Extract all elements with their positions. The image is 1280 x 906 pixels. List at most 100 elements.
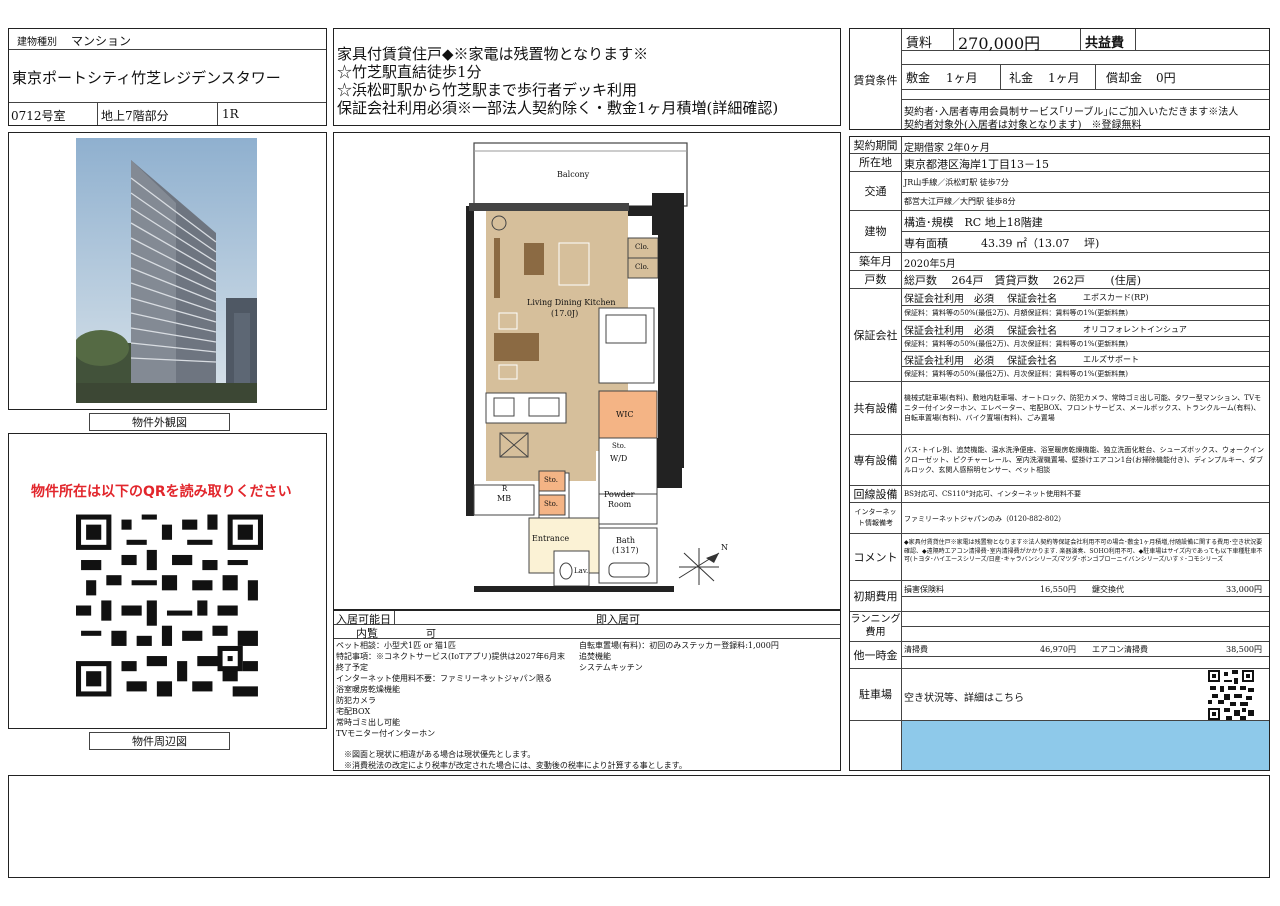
guarantee-2-line: 保証会社利用 必須 保証会社名 (904, 326, 1058, 337)
rent-note-line-2: 契約者対象外(入居者は対象となります) ※登録無料 (904, 120, 1142, 131)
note-2: ※消費税法の改定により税率が改定された場合には、変動後の税率により計算する事とし… (344, 761, 687, 770)
floor-label: 地上7階部分 (101, 109, 169, 123)
location-qr-code[interactable] (76, 514, 263, 697)
guarantee-1-line: 保証会社利用 必須 保証会社名 (904, 294, 1058, 305)
guarantee-1-fee: 保証料：賃料等の50%(最低2万)、月額保証料：賃料等の1%(更新料無) (904, 309, 1129, 317)
onetime-1-label: 清掃費 (904, 645, 928, 654)
initial-2-label: 鍵交換代 (1092, 585, 1124, 594)
shared-value: 機械式駐車場(有料)、敷地内駐車場、オートロック、防犯カメラ、常時ゴミ出し可能、… (904, 394, 1261, 422)
building-label: 建物 (864, 225, 887, 238)
headline-box: 家具付賃貸住戸◆※家電は残置物となります※ ☆竹芝駅直結徒歩1分 ☆浜松町駅から… (333, 28, 841, 126)
net-value: ファミリーネットジャパンのみ（0120-882-802） (904, 515, 1066, 523)
net-label-2: ト情報備考 (858, 519, 893, 527)
fp-entrance: Entrance (532, 534, 570, 543)
guarantee-3-company: エルズサポート (1083, 355, 1139, 364)
line-value: BS対応可、CS110°対応可、インターネット使用料不要 (904, 490, 1081, 498)
feature-item: 宅配BOX (336, 707, 371, 716)
net-label: インターネッ ト情報備考 (850, 507, 901, 529)
access-1: JR山手線／浜松町駅 徒歩7分 (904, 178, 1009, 187)
footer-box (8, 775, 1270, 878)
onetime-2-label: エアコン清掃費 (1092, 645, 1148, 654)
exterior-photo-box (8, 132, 327, 410)
private-value: バス･トイレ別、追焚機能、温水洗浄便座、浴室暖房乾燥機能、独立洗面化粧台、シュー… (904, 446, 1264, 474)
access-2: 都営大江戸線／大門駅 徒歩8分 (904, 197, 1016, 206)
fp-r: R (502, 485, 508, 493)
fp-clo-2: Clo. (635, 263, 649, 271)
address-value: 東京都港区海岸1丁目13－15 (904, 158, 1049, 171)
key-money-value: 1ヶ月 (1048, 71, 1080, 85)
onetime-2-value: 38,500円 (1226, 645, 1262, 654)
built-label: 築年月 (859, 255, 892, 268)
spec-table: 契約期間 定期借家 2年0ヶ月 所在地 東京都港区海岸1丁目13－15 交通 J… (849, 136, 1270, 771)
viewing-value: 可 (426, 629, 436, 640)
note-1: ※図面と現状に相違がある場合は現状優先とします。 (344, 750, 536, 759)
area-value: 専有面積 43.39 ㎡（13.07 坪) (904, 237, 1100, 250)
units-label: 戸数 (864, 273, 887, 286)
viewing-label: 内覧 (356, 627, 378, 640)
fp-wic: WIC (616, 410, 634, 419)
built-value: 2020年5月 (904, 259, 956, 270)
units-value: 総戸数 264戸 賃貸戸数 262戸 (住居) (904, 274, 1142, 287)
comment-value: ◆家具付賃貸住戸※家電は残置物となります※法人契約等保証会社利用不可の場合･敷金… (904, 539, 1263, 563)
floor-plan-drawing (466, 142, 720, 601)
key-money-label: 礼金 (1009, 71, 1034, 85)
feature-item: ペット相談：小型犬1匹 or 猫1匹 (336, 641, 456, 650)
fp-sto-wd: Sto. (612, 442, 626, 450)
layout-type: 1R (222, 107, 239, 121)
feature-item: 常時ゴミ出し可能 (336, 718, 400, 727)
initial-1-value: 16,550円 (1040, 585, 1076, 594)
feature-item: 追焚機能 (579, 652, 611, 661)
common-fee-label: 共益費 (1085, 36, 1125, 51)
running-label-2: 費用 (865, 627, 886, 638)
compass-icon: N (721, 543, 728, 552)
rent-section-label: 賃貸条件 (853, 74, 898, 87)
guarantee-3-fee: 保証料：賃料等の50%(最低2万)、月次保証料：賃料等の1%(更新料無) (904, 370, 1129, 378)
parking-value[interactable]: 空き状況等、詳細はこちら (904, 689, 1024, 704)
amortization-label: 償却金 (1106, 71, 1143, 85)
fp-clo-1: Clo. (635, 243, 649, 251)
fp-sto-2: Sto. (544, 500, 558, 508)
building-photo (76, 138, 257, 403)
onetime-label: 他一時金 (853, 648, 898, 662)
feature-item: 特記事項：※コネクトサービス(IoTアプリ)提供は2027年6月末 (336, 652, 566, 661)
initial-2-value: 33,000円 (1226, 585, 1262, 594)
parking-label: 駐車場 (859, 688, 892, 701)
deposit-label: 敷金 (906, 71, 931, 85)
feature-item: TVモニター付インターホン (336, 729, 436, 738)
fp-bath-size: (1317) (612, 546, 639, 555)
type-label: 建物種別 (17, 37, 57, 48)
features-left-list: ペット相談：小型犬1匹 or 猫1匹 特記事項：※コネクトサービス(IoTアプリ… (336, 640, 565, 739)
structure-value: 構造･規模 RC 地上18階建 (904, 216, 1043, 229)
surroundings-caption: 物件周辺図 (89, 732, 230, 750)
feature-item: 終了予定 (336, 663, 368, 672)
fp-mb: MB (497, 494, 512, 503)
guarantee-2-fee: 保証料：賃料等の50%(最低2万)、月次保証料：賃料等の1%(更新料無) (904, 340, 1129, 348)
initial-label: 初期費用 (853, 589, 898, 603)
type-value: マンション (71, 34, 132, 48)
comment-label: コメント (853, 550, 898, 564)
private-label: 専有設備 (853, 453, 898, 467)
contract-label: 契約期間 (853, 139, 898, 152)
initial-1-label: 損害保険料 (904, 585, 944, 594)
property-name: 東京ポートシティ竹芝レジデンスタワー (12, 69, 281, 87)
guarantee-1-company: エポスカード(RP) (1083, 293, 1149, 302)
feature-item: インターネット使用料不要：ファミリーネットジャパン限る (336, 674, 552, 683)
fp-wd: W/D (610, 454, 628, 463)
surroundings-box: 物件所在は以下のQRを読み取りください (8, 433, 327, 729)
fp-powder-room: Room (608, 500, 632, 509)
deposit-value: 1ヶ月 (946, 71, 978, 85)
movein-box: 入居可能日 即入居可 内覧 可 ペット相談：小型犬1匹 or 猫1匹 特記事項：… (333, 610, 841, 771)
rent-value: 270,000円 (958, 34, 1041, 53)
qr-notice: 物件所在は以下のQRを読み取りください (31, 484, 292, 500)
guarantee-2-company: オリコフォレントインシュア (1083, 325, 1187, 334)
blue-accent-cell (902, 721, 1269, 770)
floorplan-box: Balcony Living Dining Kitchen (17.0J) Cl… (333, 132, 841, 610)
fp-ldk: Living Dining Kitchen (527, 298, 616, 307)
rent-conditions-box: 賃貸条件 賃料 270,000円 共益費 敷金 1ヶ月 礼金 1ヶ月 償却金 0… (849, 28, 1270, 131)
shared-label: 共有設備 (853, 401, 898, 415)
parking-qr-code[interactable] (1208, 670, 1254, 720)
onetime-1-value: 46,970円 (1040, 645, 1076, 654)
address-label: 所在地 (859, 156, 892, 169)
running-label-1: ランニング (850, 614, 901, 625)
fp-lav: Lav. (574, 567, 589, 575)
